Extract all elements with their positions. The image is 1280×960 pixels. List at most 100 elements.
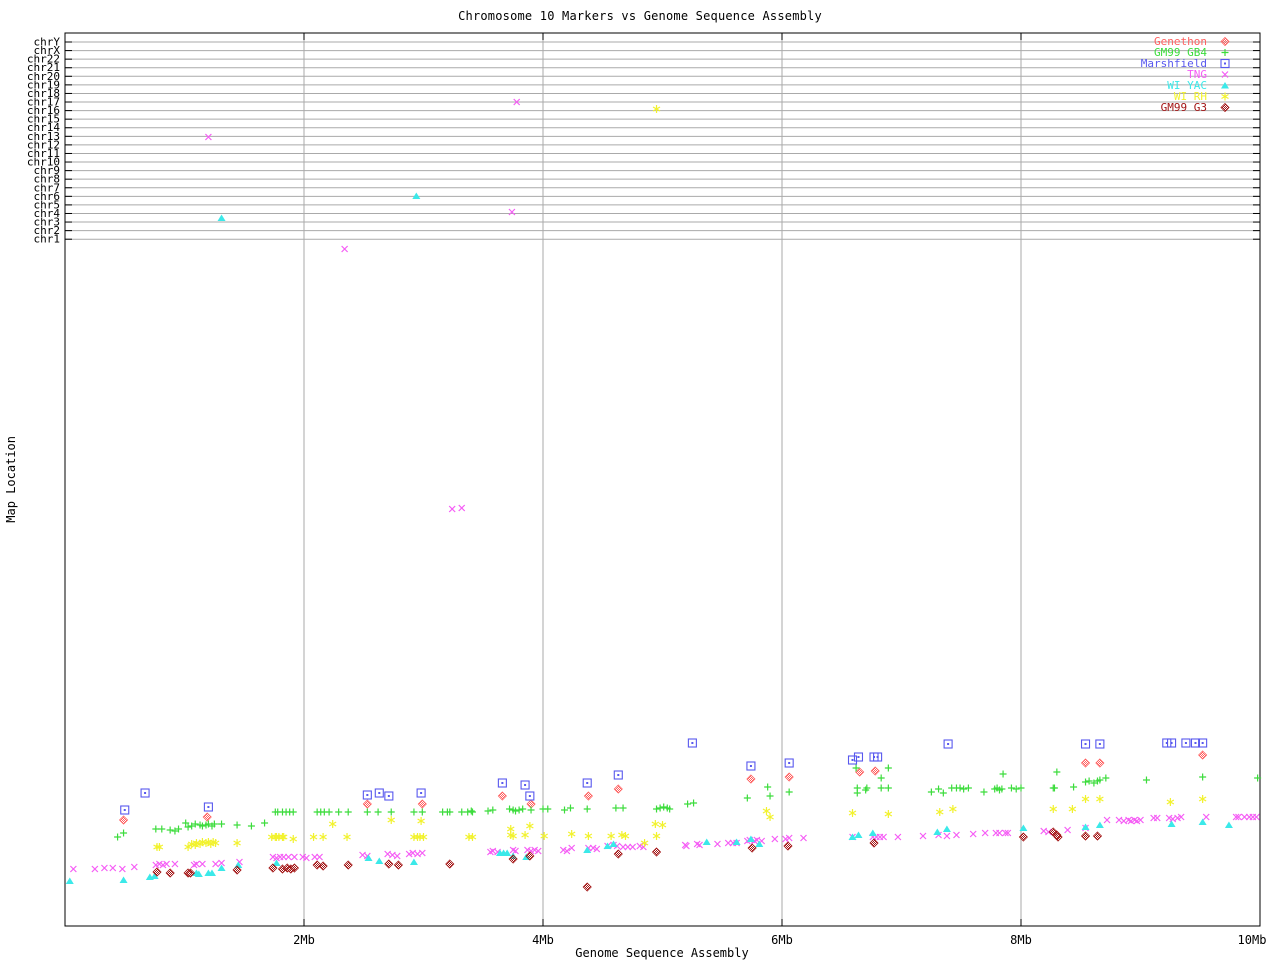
point-marker xyxy=(619,804,627,812)
legend-row-marshfield: Marshfield xyxy=(1141,58,1231,69)
point-marker xyxy=(1049,805,1058,813)
point-marker xyxy=(746,774,756,784)
point-marker xyxy=(981,829,989,837)
legend-row-gm99_g3: GM99 G3 xyxy=(1141,102,1231,113)
plot-border xyxy=(64,32,1261,927)
point-marker xyxy=(953,831,960,839)
point-marker xyxy=(1082,778,1090,786)
point-marker xyxy=(884,764,892,772)
series-wi_yac xyxy=(65,192,1233,884)
point-marker xyxy=(1080,758,1091,768)
legend-marker-square-dot-icon xyxy=(1220,58,1230,69)
point-marker xyxy=(393,860,403,870)
point-marker xyxy=(747,843,757,853)
point-marker xyxy=(848,809,857,817)
point-marker xyxy=(660,803,668,811)
point-marker xyxy=(279,833,288,841)
point-marker xyxy=(969,830,977,838)
point-marker xyxy=(1194,742,1197,744)
point-marker xyxy=(65,877,74,884)
point-marker xyxy=(652,105,661,113)
point-marker xyxy=(999,770,1007,778)
point-marker xyxy=(101,864,108,872)
point-marker xyxy=(218,820,226,828)
point-marker xyxy=(1252,813,1260,821)
point-marker xyxy=(387,808,395,816)
point-marker xyxy=(919,832,927,840)
x-tick-label: 4Mb xyxy=(532,933,554,947)
point-marker xyxy=(629,843,637,851)
point-marker xyxy=(289,835,298,843)
point-marker xyxy=(341,245,349,253)
point-marker xyxy=(566,804,574,812)
point-marker xyxy=(583,791,593,801)
point-marker xyxy=(651,847,662,857)
point-marker xyxy=(869,838,879,848)
point-marker xyxy=(524,784,527,786)
point-marker xyxy=(884,810,893,818)
point-marker xyxy=(964,784,972,792)
point-marker xyxy=(561,806,569,814)
point-marker xyxy=(202,812,212,822)
point-marker xyxy=(1220,102,1230,113)
point-marker xyxy=(374,808,382,816)
point-marker xyxy=(289,808,297,816)
point-marker xyxy=(467,807,475,815)
point-marker xyxy=(501,782,504,784)
point-marker xyxy=(458,808,466,816)
point-marker xyxy=(766,813,774,821)
point-marker xyxy=(1221,82,1229,89)
point-marker xyxy=(1103,816,1111,824)
point-marker xyxy=(1170,742,1173,744)
point-marker xyxy=(328,820,337,828)
point-marker xyxy=(854,831,863,838)
point-marker xyxy=(1102,774,1110,782)
point-marker xyxy=(652,832,661,840)
point-marker xyxy=(261,819,269,827)
point-marker xyxy=(943,832,951,840)
point-marker xyxy=(714,840,721,848)
point-marker xyxy=(363,808,371,816)
point-marker xyxy=(366,794,369,796)
point-marker xyxy=(508,854,518,864)
point-marker xyxy=(1070,783,1078,791)
point-marker xyxy=(651,820,660,828)
point-marker xyxy=(855,767,865,777)
point-marker xyxy=(582,882,592,892)
point-marker xyxy=(1198,795,1207,803)
point-marker xyxy=(118,865,126,873)
point-marker xyxy=(877,784,885,792)
point-marker xyxy=(233,839,241,847)
point-marker xyxy=(318,861,328,871)
point-marker xyxy=(800,834,807,842)
point-marker xyxy=(1221,92,1229,101)
y-tick-label: chr1 xyxy=(34,233,61,246)
point-marker xyxy=(1198,818,1207,825)
point-marker xyxy=(785,788,793,796)
point-marker xyxy=(384,859,394,869)
point-marker xyxy=(613,784,623,794)
point-marker xyxy=(935,808,944,816)
point-marker xyxy=(309,833,318,841)
point-marker xyxy=(484,807,492,815)
point-marker xyxy=(935,785,943,793)
point-marker xyxy=(316,853,323,861)
point-marker xyxy=(1081,823,1090,830)
point-marker xyxy=(927,788,935,796)
point-marker xyxy=(653,805,661,813)
point-marker xyxy=(540,832,548,840)
point-marker xyxy=(418,808,426,816)
point-marker xyxy=(152,825,160,833)
point-marker xyxy=(766,792,774,800)
point-marker xyxy=(158,825,166,833)
point-marker xyxy=(857,756,860,758)
point-marker xyxy=(375,857,384,864)
point-marker xyxy=(1224,821,1233,828)
point-marker xyxy=(291,853,298,861)
point-marker xyxy=(527,806,535,814)
point-marker xyxy=(212,860,219,868)
point-marker xyxy=(1084,743,1087,745)
point-marker xyxy=(123,809,126,811)
point-marker xyxy=(762,807,771,815)
point-marker xyxy=(1050,784,1058,792)
